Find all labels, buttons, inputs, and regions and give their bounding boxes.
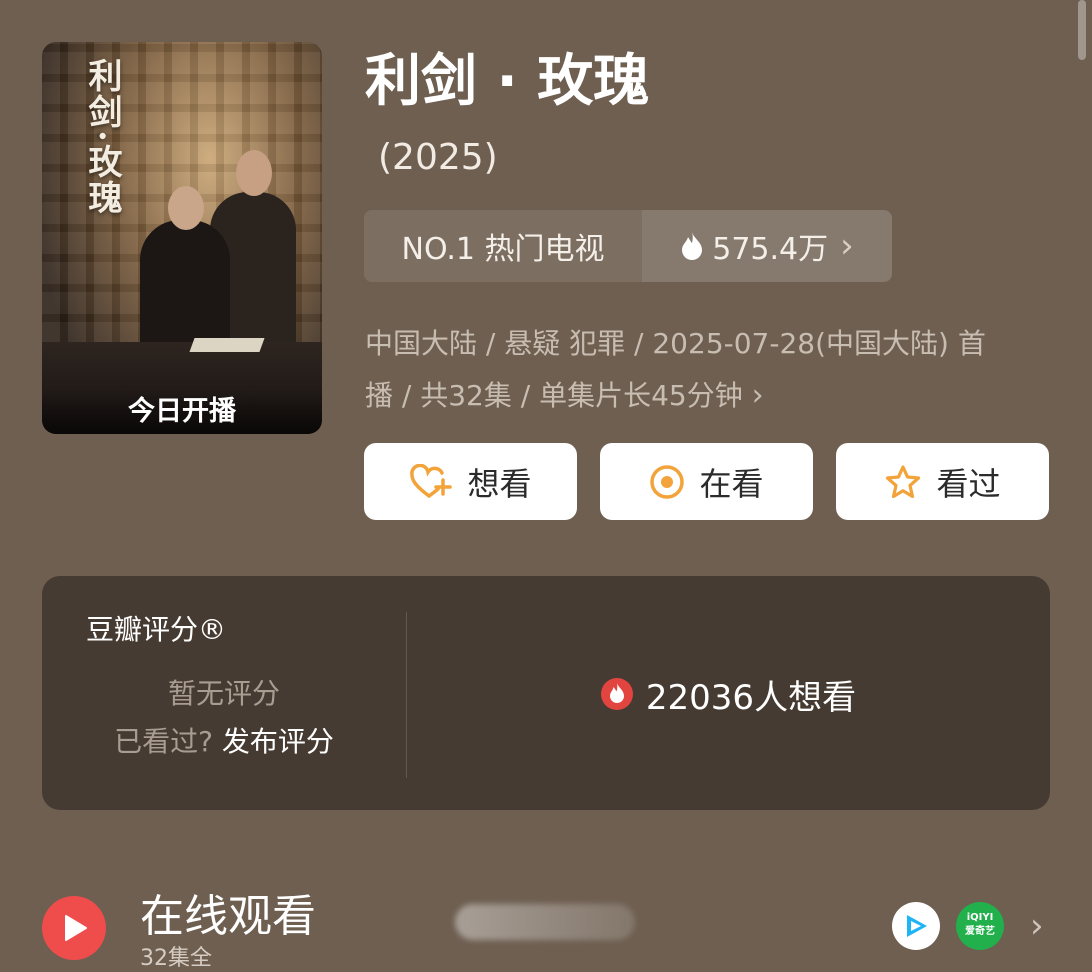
flame-badge-icon [600, 678, 633, 710]
watching-button[interactable]: 在看 [600, 443, 813, 520]
chevron-right-icon: › [751, 378, 764, 413]
show-year: (2025) [378, 137, 498, 178]
online-watch-row[interactable]: 在线观看 32集全 iQIYI 爱奇艺 › [0, 860, 1092, 971]
online-subtitle: 32集全 [140, 946, 212, 971]
watching-label: 在看 [699, 464, 764, 503]
no-rating-text: 暂无评分 [167, 677, 280, 710]
want-label: 想看 [467, 464, 532, 503]
poster-papers [189, 338, 265, 352]
meta-line-1: 中国大陆 / 悬疑 犯罪 / 2025-07-28(中国大陆) 首 [365, 327, 986, 360]
publish-rating-link[interactable]: 发布评分 [222, 725, 334, 758]
blurred-text [455, 904, 635, 940]
want-button[interactable]: 想看 [364, 443, 577, 520]
meta-line-2-wrap: 播 / 共32集 / 单集片长45分钟 › [365, 370, 1055, 422]
show-meta[interactable]: 中国大陆 / 悬疑 犯罪 / 2025-07-28(中国大陆) 首 播 / 共3… [365, 318, 1055, 422]
watched-button[interactable]: 看过 [836, 443, 1049, 520]
publish-rating-row: 已看过? 发布评分 [42, 720, 406, 760]
heart-plus-icon [410, 463, 453, 498]
poster-caption: 今日开播 [42, 390, 322, 434]
scrollbar[interactable] [1078, 0, 1086, 60]
play-icon[interactable] [42, 896, 106, 960]
wish-count: 22036人想看 [645, 677, 857, 718]
watched-prompt: 已看过? [114, 725, 213, 758]
tencent-video-icon[interactable] [892, 902, 940, 950]
heat-section[interactable]: 575.4万 › [642, 210, 892, 282]
show-title: 利剑 · 玫瑰 [365, 49, 650, 114]
meta-line-2: 播 / 共32集 / 单集片长45分钟 [365, 379, 743, 412]
star-icon [886, 464, 921, 498]
wish-count-row[interactable]: 22036人想看 [406, 672, 1050, 718]
target-icon [650, 464, 685, 499]
chevron-right-icon: › [840, 226, 854, 266]
heat-value: 575.4万 [712, 232, 829, 267]
poster-vertical-title: 利剑·玫瑰 [82, 58, 122, 216]
rank-label[interactable]: NO.1 热门电视 [364, 210, 642, 282]
rank-bar[interactable]: NO.1 热门电视 575.4万 › [364, 210, 892, 282]
poster-image[interactable]: 利剑·玫瑰 今日开播 [42, 42, 322, 434]
online-title: 在线观看 [140, 891, 316, 942]
flame-icon [682, 232, 703, 260]
rating-card: 豆瓣评分® 暂无评分 已看过? 发布评分 22036人想看 [42, 576, 1050, 810]
chevron-right-icon[interactable]: › [1030, 906, 1044, 946]
iqiyi-icon[interactable]: iQIYI 爱奇艺 [956, 902, 1004, 950]
douban-rating-label: 豆瓣评分® [86, 613, 227, 646]
watched-label: 看过 [936, 464, 1001, 503]
